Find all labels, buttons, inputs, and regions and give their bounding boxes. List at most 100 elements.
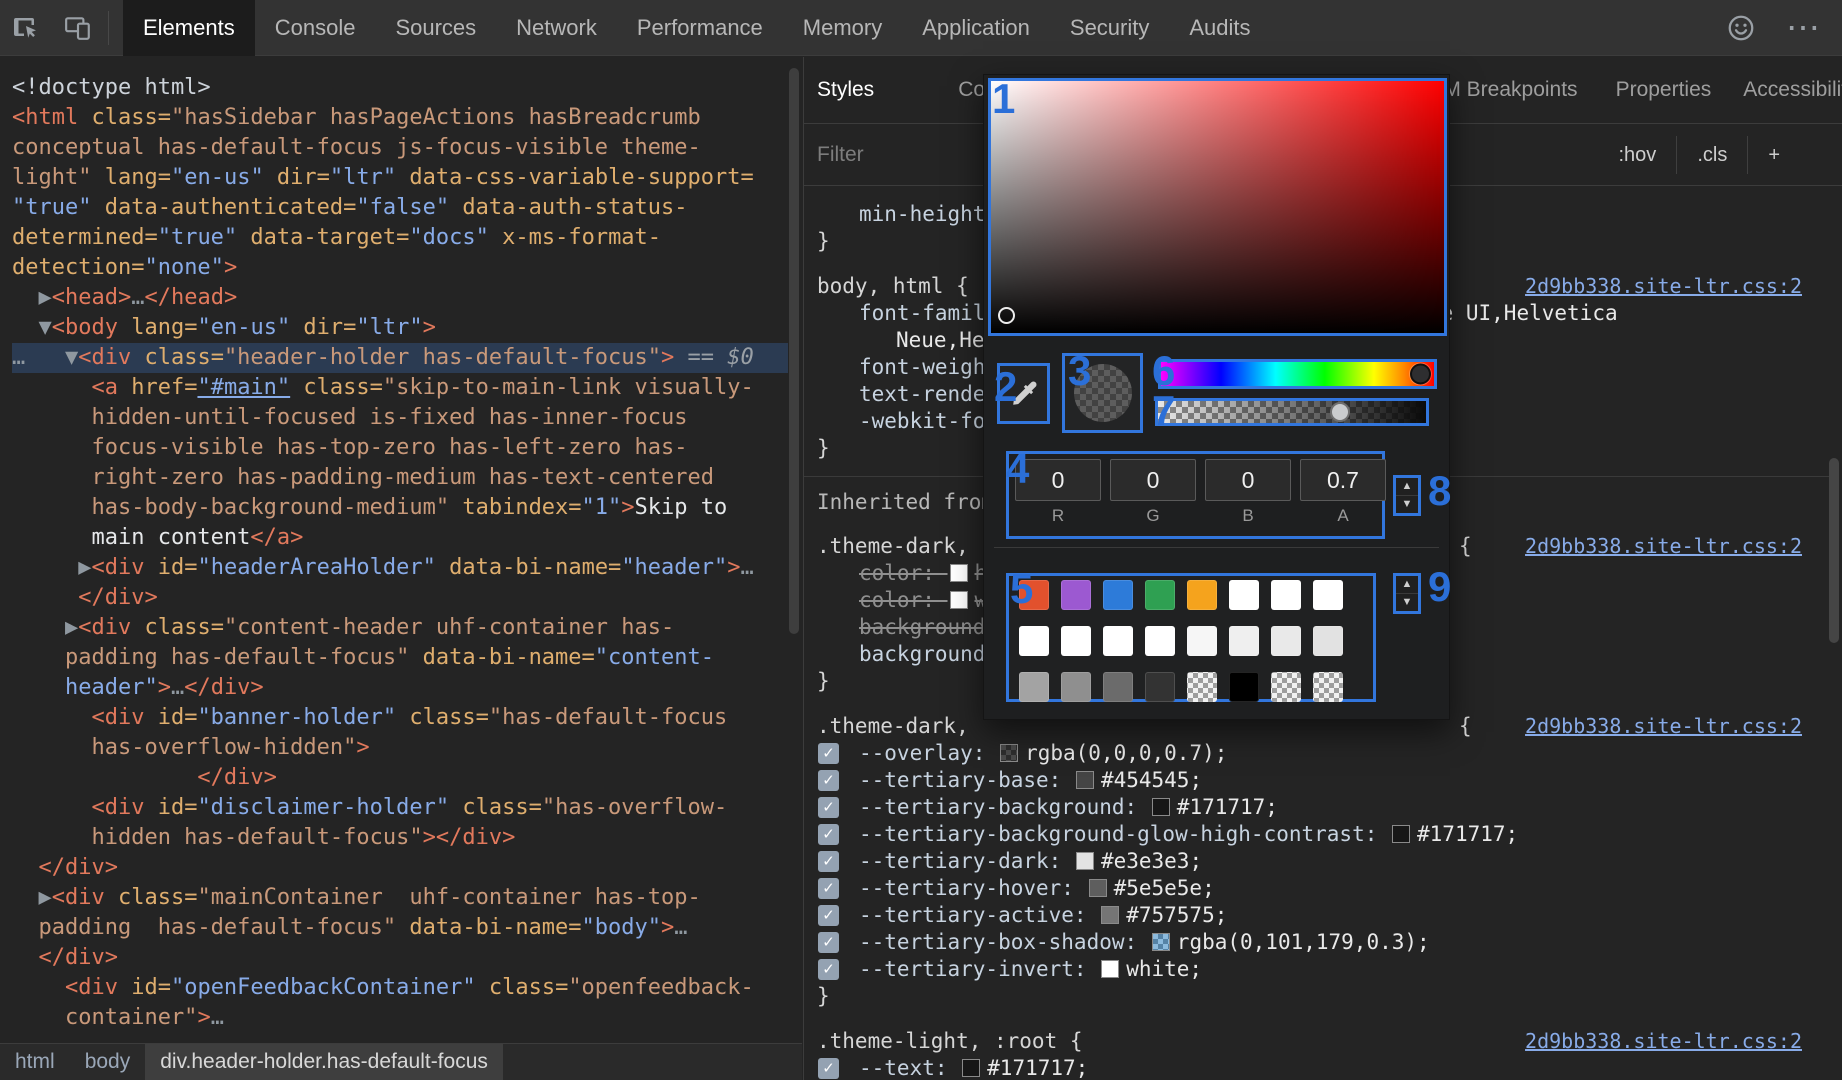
rgba-format-spinner[interactable]: ▲ ▼ <box>1393 475 1421 516</box>
tab-console[interactable]: Console <box>255 0 376 56</box>
dom-node-line[interactable]: hidden has-default-focus"></div> <box>12 823 788 853</box>
breadcrumb-item[interactable]: div.header-holder.has-default-focus <box>145 1044 503 1080</box>
dom-node-line[interactable]: conceptual has-default-focus js-focus-vi… <box>12 133 788 163</box>
css-property-row[interactable]: ✓--tertiary-invert: white; <box>804 956 1830 983</box>
dom-node-line[interactable]: ▶<div class="content-header uhf-containe… <box>12 613 788 643</box>
dom-node-line[interactable]: </div> <box>12 943 788 973</box>
palette-swatch[interactable] <box>1061 626 1091 656</box>
color-swatch[interactable] <box>950 564 968 582</box>
tab-elements[interactable]: Elements <box>123 0 255 56</box>
dom-node-line[interactable]: right-zero has-padding-medium has-text-c… <box>12 463 788 493</box>
breadcrumb-item[interactable]: body <box>70 1044 146 1080</box>
dom-node-line[interactable]: detection="none"> <box>12 253 788 283</box>
dom-node-line[interactable]: header">…</div> <box>12 673 788 703</box>
sidebar-tab-styles[interactable]: Styles <box>817 78 874 102</box>
color-swatch[interactable] <box>1076 771 1094 789</box>
palette-switch-spinner[interactable]: ▲ ▼ <box>1393 573 1421 614</box>
color-swatch[interactable] <box>1392 825 1410 843</box>
css-property-row[interactable]: ✓--tertiary-dark: #e3e3e3; <box>804 848 1830 875</box>
css-property-row[interactable]: ✓--overlay: rgba(0,0,0,0.7); <box>804 740 1830 767</box>
palette-swatch[interactable] <box>1145 626 1175 656</box>
css-property-row[interactable]: ✓--text: #171717; <box>804 1055 1830 1080</box>
toggle-hov-button[interactable]: :hov <box>1599 136 1677 174</box>
dom-node-line[interactable]: hidden-until-focused is-fixed has-inner-… <box>12 403 788 433</box>
tab-security[interactable]: Security <box>1050 0 1169 56</box>
spinner-down-icon[interactable]: ▼ <box>1396 496 1418 513</box>
color-swatch[interactable] <box>950 591 968 609</box>
property-enabled-checkbox[interactable]: ✓ <box>818 770 839 791</box>
rgba-value-g[interactable]: 0 <box>1110 459 1196 501</box>
palette-swatch[interactable] <box>1187 672 1217 702</box>
dom-node-line[interactable]: ▼<body lang="en-us" dir="ltr"> <box>12 313 788 343</box>
palette-swatch[interactable] <box>1313 672 1343 702</box>
dom-node-line[interactable]: ▶<div class="mainContainer uhf-container… <box>12 883 788 913</box>
dom-node-line[interactable]: <div id="banner-holder" class="has-defau… <box>12 703 788 733</box>
rgba-value-b[interactable]: 0 <box>1205 459 1291 501</box>
palette-swatch[interactable] <box>1103 672 1133 702</box>
dom-node-line[interactable]: ▶<div id="headerAreaHolder" data-bi-name… <box>12 553 788 583</box>
color-swatch[interactable] <box>1152 798 1170 816</box>
palette-swatch[interactable] <box>1103 580 1133 610</box>
palette-swatch[interactable] <box>1229 580 1259 610</box>
dom-node-line[interactable]: </div> <box>12 853 788 883</box>
tab-sources[interactable]: Sources <box>375 0 496 56</box>
saturation-gradient[interactable] <box>988 78 1447 336</box>
sidebar-tab-accessibility[interactable]: Accessibility <box>1743 78 1842 102</box>
css-property-row[interactable]: ✓--tertiary-hover: #5e5e5e; <box>804 875 1830 902</box>
palette-swatch[interactable] <box>1061 672 1091 702</box>
dom-node-line[interactable]: light" lang="en-us" dir="ltr" data-css-v… <box>12 163 788 193</box>
dom-node-line[interactable]: has-body-background-medium" tabindex="1"… <box>12 493 788 523</box>
palette-swatch[interactable] <box>1271 626 1301 656</box>
palette-swatch[interactable] <box>1019 672 1049 702</box>
stylesheet-link[interactable]: 2d9bb338.site-ltr.css:2 <box>1525 533 1802 560</box>
hue-slider[interactable] <box>1158 359 1437 389</box>
more-menu-icon[interactable]: ⋯ <box>1786 0 1820 56</box>
stylesheet-link[interactable]: 2d9bb338.site-ltr.css:2 <box>1525 713 1802 740</box>
palette-swatch[interactable] <box>1187 626 1217 656</box>
color-swatch[interactable] <box>1152 933 1170 951</box>
palette-swatch[interactable] <box>1271 672 1301 702</box>
property-enabled-checkbox[interactable]: ✓ <box>818 932 839 953</box>
css-property-row[interactable]: ✓--tertiary-background-glow-high-contras… <box>804 821 1830 848</box>
palette-swatch[interactable] <box>1229 626 1259 656</box>
css-property-row[interactable]: ✓--tertiary-base: #454545; <box>804 767 1830 794</box>
dom-node-line[interactable]: <a href="#main" class="skip-to-main-link… <box>12 373 788 403</box>
property-enabled-checkbox[interactable]: ✓ <box>818 1058 839 1079</box>
property-enabled-checkbox[interactable]: ✓ <box>818 851 839 872</box>
dom-node-line[interactable]: padding has-default-focus" data-bi-name=… <box>12 643 788 673</box>
dom-node-line[interactable]: focus-visible has-top-zero has-left-zero… <box>12 433 788 463</box>
device-toolbar-button[interactable] <box>52 0 104 56</box>
tab-application[interactable]: Application <box>902 0 1050 56</box>
dom-node-line[interactable]: <html class="hasSidebar hasPageActions h… <box>12 103 788 133</box>
property-enabled-checkbox[interactable]: ✓ <box>818 878 839 899</box>
stylesheet-link[interactable]: 2d9bb338.site-ltr.css:2 <box>1525 1028 1802 1055</box>
feedback-smiley-button[interactable] <box>1726 13 1756 43</box>
property-enabled-checkbox[interactable]: ✓ <box>818 743 839 764</box>
css-property-row[interactable]: ✓--tertiary-box-shadow: rgba(0,101,179,0… <box>804 929 1830 956</box>
hue-slider-thumb[interactable] <box>1410 364 1431 385</box>
color-selection-ring[interactable] <box>998 307 1015 324</box>
breadcrumb-item[interactable]: html <box>0 1044 70 1080</box>
elements-scrollbar[interactable] <box>789 68 799 634</box>
color-swatch[interactable] <box>1089 879 1107 897</box>
spinner-up-icon[interactable]: ▲ <box>1396 576 1418 594</box>
css-property-row[interactable]: ✓--tertiary-active: #757575; <box>804 902 1830 929</box>
palette-swatch[interactable] <box>1061 580 1091 610</box>
color-swatch[interactable] <box>1076 852 1094 870</box>
dom-node-line[interactable]: container">… <box>12 1003 788 1033</box>
dom-node-line[interactable]: ▶<head>…</head> <box>12 283 788 313</box>
dom-node-line[interactable]: determined="true" data-target="docs" x-m… <box>12 223 788 253</box>
toggle-cls-button[interactable]: .cls <box>1676 136 1747 174</box>
css-property-row[interactable]: ✓--tertiary-background: #171717; <box>804 794 1830 821</box>
style-rule-selector[interactable]: .theme-light, :root {2d9bb338.site-ltr.c… <box>804 1028 1830 1055</box>
inspect-element-button[interactable] <box>0 0 52 56</box>
palette-swatch[interactable] <box>1313 626 1343 656</box>
alpha-slider[interactable] <box>1155 398 1429 426</box>
property-enabled-checkbox[interactable]: ✓ <box>818 824 839 845</box>
tab-performance[interactable]: Performance <box>617 0 783 56</box>
tab-memory[interactable]: Memory <box>783 0 902 56</box>
dom-node-line[interactable]: has-overflow-hidden"> <box>12 733 788 763</box>
color-swatch[interactable] <box>1101 960 1119 978</box>
palette-swatch[interactable] <box>1313 580 1343 610</box>
palette-swatch[interactable] <box>1019 626 1049 656</box>
